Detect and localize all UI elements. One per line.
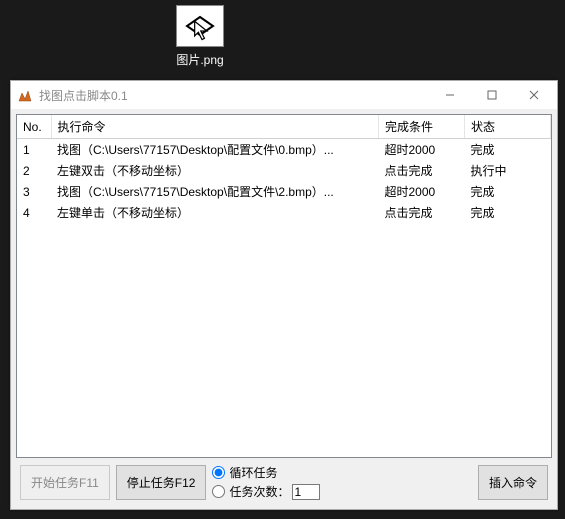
- app-window: 找图点击脚本0.1 No. 执行命令 完成条件 状态: [10, 80, 558, 510]
- cell-no: 3: [17, 181, 51, 202]
- desktop-file[interactable]: 图片.png: [165, 5, 235, 68]
- cell-cond: 点击完成: [379, 202, 465, 223]
- desktop-file-label: 图片.png: [165, 51, 235, 68]
- close-button[interactable]: [513, 81, 555, 109]
- col-header-no[interactable]: No.: [17, 115, 51, 139]
- cell-cmd: 找图（C:\Users\77157\Desktop\配置文件\2.bmp）...: [51, 181, 379, 202]
- table-row[interactable]: 1 找图（C:\Users\77157\Desktop\配置文件\0.bmp）.…: [17, 139, 551, 161]
- cell-cond: 超时2000: [379, 181, 465, 202]
- cell-no: 1: [17, 139, 51, 161]
- col-header-status[interactable]: 状态: [465, 115, 551, 139]
- stop-task-button[interactable]: 停止任务F12: [116, 465, 207, 500]
- cell-cmd: 左键单击（不移动坐标）: [51, 202, 379, 223]
- loop-task-radio[interactable]: [212, 466, 225, 479]
- cell-cond: 超时2000: [379, 139, 465, 161]
- count-task-text: 任务次数：: [229, 483, 289, 500]
- cell-cond: 点击完成: [379, 160, 465, 181]
- cell-status: 完成: [465, 181, 551, 202]
- cursor-icon: [187, 20, 217, 42]
- task-mode-group: 循环任务 任务次数：: [212, 464, 319, 500]
- cell-status: 完成: [465, 139, 551, 161]
- cell-no: 4: [17, 202, 51, 223]
- cell-no: 2: [17, 160, 51, 181]
- titlebar[interactable]: 找图点击脚本0.1: [11, 81, 557, 109]
- command-list[interactable]: No. 执行命令 完成条件 状态 1 找图（C:\Users\77157\Des…: [16, 114, 552, 458]
- col-header-cmd[interactable]: 执行命令: [51, 115, 379, 139]
- window-title: 找图点击脚本0.1: [39, 87, 429, 104]
- start-task-button[interactable]: 开始任务F11: [20, 465, 110, 500]
- count-task-radio[interactable]: [212, 485, 225, 498]
- table-row[interactable]: 4 左键单击（不移动坐标） 点击完成 完成: [17, 202, 551, 223]
- image-file-icon: [176, 5, 224, 47]
- minimize-button[interactable]: [429, 81, 471, 109]
- cell-cmd: 找图（C:\Users\77157\Desktop\配置文件\0.bmp）...: [51, 139, 379, 161]
- cell-cmd: 左键双击（不移动坐标）: [51, 160, 379, 181]
- loop-task-text: 循环任务: [229, 464, 277, 481]
- table-row[interactable]: 3 找图（C:\Users\77157\Desktop\配置文件\2.bmp）.…: [17, 181, 551, 202]
- maximize-button[interactable]: [471, 81, 513, 109]
- app-icon: [17, 87, 33, 103]
- task-count-input[interactable]: [292, 484, 320, 500]
- insert-command-button[interactable]: 插入命令: [478, 465, 548, 500]
- count-task-radio-label[interactable]: 任务次数：: [212, 483, 319, 500]
- cell-status: 完成: [465, 202, 551, 223]
- window-body: No. 执行命令 完成条件 状态 1 找图（C:\Users\77157\Des…: [11, 109, 557, 509]
- cell-status: 执行中: [465, 160, 551, 181]
- table-row[interactable]: 2 左键双击（不移动坐标） 点击完成 执行中: [17, 160, 551, 181]
- loop-task-radio-label[interactable]: 循环任务: [212, 464, 319, 481]
- table-header-row: No. 执行命令 完成条件 状态: [17, 115, 551, 139]
- col-header-cond[interactable]: 完成条件: [379, 115, 465, 139]
- footer-bar: 开始任务F11 停止任务F12 循环任务 任务次数： 插入命令: [16, 458, 552, 504]
